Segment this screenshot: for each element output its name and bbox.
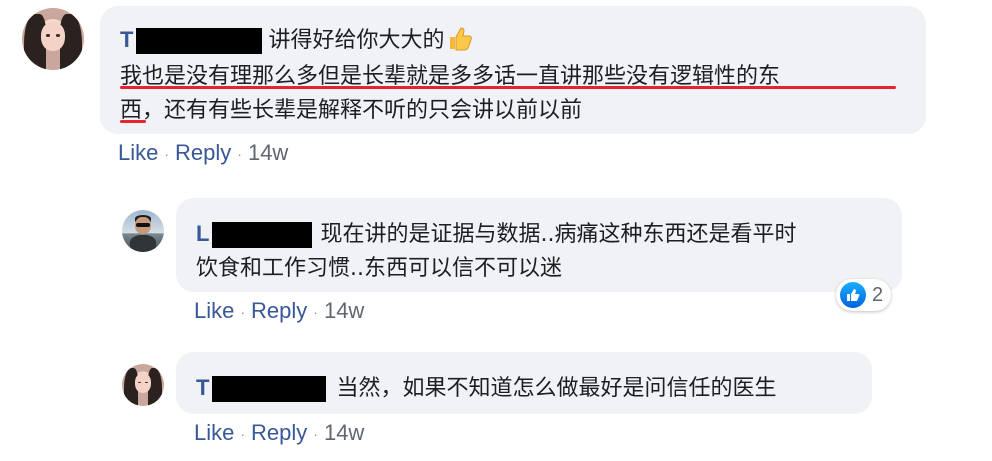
timestamp-link[interactable]: 14w <box>324 420 364 445</box>
comment-header: L 现在讲的是证据与数据..病痛这种东西还是看平时 <box>196 216 796 248</box>
separator-dot: · <box>240 304 246 321</box>
redacted-name <box>136 28 263 54</box>
separator-dot: · <box>313 304 318 321</box>
separator-dot: · <box>237 146 242 163</box>
like-reaction-icon <box>840 282 866 308</box>
reply-link[interactable]: Reply <box>251 298 307 323</box>
comment-header: T 当然，如果不知道怎么做最好是问信任的医生 <box>196 370 776 402</box>
commenter-avatar[interactable] <box>122 210 164 252</box>
timestamp-link[interactable]: 14w <box>324 298 364 323</box>
reaction-count: 2 <box>872 283 884 306</box>
commenter-name[interactable]: T <box>196 375 209 400</box>
comment-bubble: T 当然，如果不知道怎么做最好是问信任的医生 <box>176 352 872 414</box>
reply-link[interactable]: Reply <box>175 140 231 165</box>
reply-link[interactable]: Reply <box>251 420 307 445</box>
like-link[interactable]: Like <box>194 298 234 323</box>
comment-actions: Like · Reply · 14w <box>194 420 364 446</box>
comment-text-line: 西，还有有些长辈是解释不听的只会讲以前以前 <box>120 98 583 123</box>
like-link[interactable]: Like <box>118 140 158 165</box>
comment-actions: Like · Reply · 14w <box>118 140 288 166</box>
red-underline-mark <box>120 120 146 123</box>
commenter-name[interactable]: T <box>120 27 133 52</box>
comment-text: 现在讲的是证据与数据..病痛这种东西还是看平时 <box>320 222 797 247</box>
comment-text-line: 饮食和工作习惯..东西可以信不可以迷 <box>196 256 562 281</box>
redacted-name <box>212 376 327 402</box>
separator-dot: · <box>164 146 170 163</box>
commenter-avatar[interactable] <box>22 8 84 70</box>
like-link[interactable]: Like <box>194 420 234 445</box>
comment-bubble: T 讲得好给你大大的 我也是没有理那么多但是长辈就是多多话一直讲那些没有逻辑性的东… <box>100 6 926 134</box>
comment-actions: Like · Reply · 14w <box>194 298 364 324</box>
separator-dot: · <box>313 426 318 443</box>
reaction-count-badge[interactable]: 2 <box>836 279 892 311</box>
commenter-avatar[interactable] <box>122 364 164 406</box>
comment-text: 当然，如果不知道怎么做最好是问信任的医生 <box>336 376 777 401</box>
commenter-name[interactable]: L <box>196 221 209 246</box>
separator-dot: · <box>240 426 246 443</box>
comment-header: T 讲得好给你大大的 <box>120 22 474 58</box>
thumbs-up-emoji-icon <box>446 24 474 58</box>
comment-text: 讲得好给你大大的 <box>268 28 445 53</box>
red-underline-mark <box>120 86 896 89</box>
comment-bubble: L 现在讲的是证据与数据..病痛这种东西还是看平时 饮食和工作习惯..东西可以信不… <box>176 198 902 292</box>
redacted-name <box>212 222 313 248</box>
timestamp-link[interactable]: 14w <box>248 140 288 165</box>
